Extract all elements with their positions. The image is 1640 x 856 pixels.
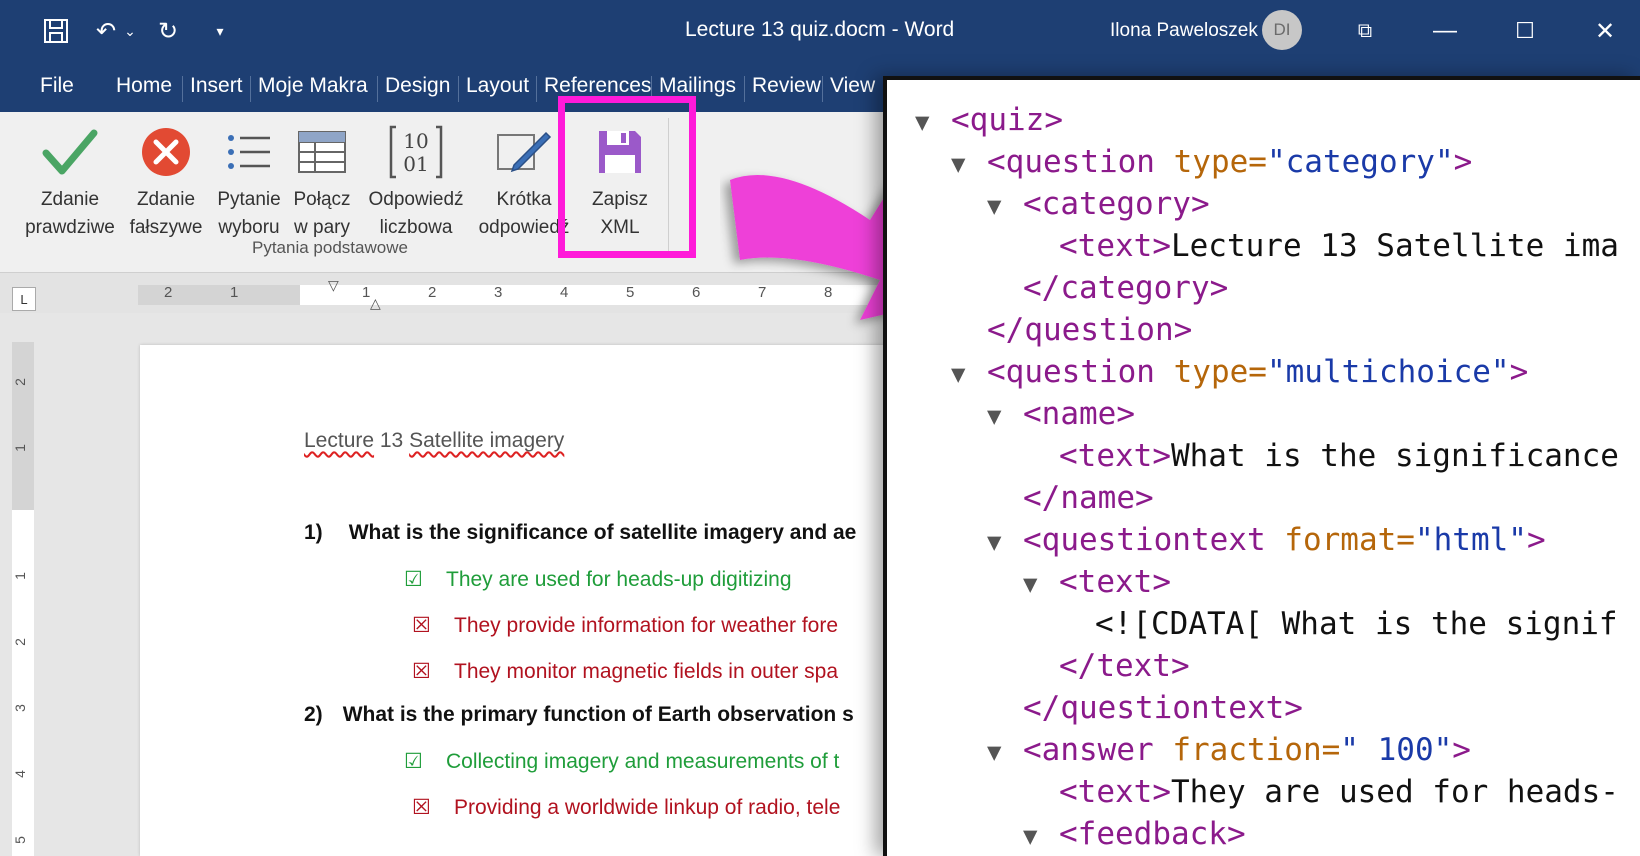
multiple-choice-button[interactable]: Pytanie wyboru: [210, 118, 288, 242]
svg-text:01: 01: [403, 152, 428, 176]
table-icon: [288, 118, 356, 186]
collapse-triangle-icon[interactable]: ▼: [915, 108, 951, 136]
first-line-indent-marker[interactable]: ▽: [328, 277, 339, 294]
document-page[interactable]: Lecture 13 Satellite imagery 1) What is t…: [140, 345, 900, 856]
xml-line: </category>: [1023, 270, 1229, 306]
xml-line: ▼ <questiontext format="html">: [987, 522, 1546, 558]
tab-stop-selector[interactable]: L: [12, 287, 36, 311]
user-name[interactable]: Ilona Paweloszek: [1110, 20, 1258, 42]
tab-view[interactable]: View: [830, 74, 875, 98]
question-1: 1) What is the significance of satellite …: [304, 521, 857, 544]
xml-line: <text>What is the significance: [1059, 438, 1619, 474]
xml-line: <![CDATA[ What is the signif: [1095, 606, 1618, 642]
tab-insert[interactable]: Insert: [190, 74, 243, 98]
xml-line: </name>: [1023, 480, 1154, 516]
xml-line: ▼ <name>: [987, 396, 1135, 432]
ribbon-group-label: Pytania podstawowe: [252, 238, 408, 257]
vertical-ruler[interactable]: 2 1 1 2 3 4 5: [12, 342, 34, 856]
collapse-triangle-icon[interactable]: ▼: [987, 738, 1023, 766]
svg-text:10: 10: [403, 129, 428, 153]
collapse-triangle-icon[interactable]: ▼: [1023, 822, 1059, 850]
tab-home[interactable]: Home: [116, 74, 172, 98]
tab-review[interactable]: Review: [752, 74, 821, 98]
xml-line: ▼ <category>: [987, 186, 1210, 222]
xml-viewer-panel[interactable]: ▼ <quiz> ▼ <question type="category"> ▼ <ca…: [883, 76, 1640, 856]
collapse-triangle-icon[interactable]: ▼: [951, 360, 987, 388]
answer-wrong: ☒ They provide information for weather fo…: [412, 614, 839, 637]
tab-file[interactable]: File: [40, 74, 74, 98]
xml-line: </text>: [1059, 648, 1190, 684]
list-icon: [210, 118, 288, 186]
document-heading: Lecture 13 Satellite imagery: [304, 429, 565, 452]
crossed-box-icon: ☒: [412, 796, 431, 819]
minimize-icon[interactable]: —: [1425, 14, 1465, 48]
customize-icon[interactable]: ▾: [200, 14, 240, 48]
title-bar: ↶ ⌄ ↻ ▾ Lecture 13 quiz.docm - Word Ilon…: [0, 0, 1640, 66]
checked-box-icon: ☑: [404, 568, 423, 591]
xml-line: </questiontext>: [1023, 690, 1303, 726]
answer-wrong: ☒ Providing a worldwide linkup of radio, …: [412, 796, 841, 819]
tab-layout[interactable]: Layout: [466, 74, 529, 98]
save-icon[interactable]: [36, 14, 76, 48]
xml-line: <text>Lecture 13 Satellite ima: [1059, 228, 1619, 264]
xml-line: ▼ <quiz>: [915, 102, 1063, 138]
xml-line: ▼ <answer fraction=" 100">: [987, 732, 1471, 768]
collapse-triangle-icon[interactable]: ▼: [951, 150, 987, 178]
question-2: 2) What is the primary function of Earth …: [304, 703, 854, 726]
xml-line: <text>They are used for heads-: [1059, 774, 1619, 810]
collapse-triangle-icon[interactable]: ▼: [987, 528, 1023, 556]
collapse-triangle-icon[interactable]: ▼: [987, 402, 1023, 430]
xml-line: ▼ <feedback>: [1023, 816, 1246, 852]
save-xml-highlight: [558, 96, 696, 258]
checkmark-icon: [20, 118, 120, 186]
crossed-box-icon: ☒: [412, 660, 431, 683]
left-indent-marker[interactable]: △: [370, 295, 381, 312]
numeric-answer-button[interactable]: 10 01 Odpowiedź liczbowa: [356, 118, 476, 242]
binary-icon: 10 01: [356, 118, 476, 186]
xml-line: ▼ <question type="multichoice">: [951, 354, 1529, 390]
false-statement-button[interactable]: Zdanie fałszywe: [122, 118, 210, 242]
redo-icon[interactable]: ↻: [148, 14, 188, 48]
maximize-icon[interactable]: ☐: [1505, 14, 1545, 48]
xml-line: ▼ <question type="category">: [951, 144, 1473, 180]
tab-references[interactable]: References: [544, 74, 651, 98]
ribbon-display-icon[interactable]: ⧉: [1345, 14, 1385, 48]
answer-correct: ☑ Collecting imagery and measurements of …: [404, 750, 840, 773]
cross-circle-icon: [122, 118, 210, 186]
collapse-triangle-icon[interactable]: ▼: [987, 192, 1023, 220]
tab-moje-makra[interactable]: Moje Makra: [258, 74, 368, 98]
tab-mailings[interactable]: Mailings: [659, 74, 736, 98]
avatar[interactable]: DI: [1262, 10, 1302, 50]
xml-line: ▼ <text>: [1023, 564, 1171, 600]
crossed-box-icon: ☒: [412, 614, 431, 637]
answer-wrong: ☒ They monitor magnetic fields in outer s…: [412, 660, 839, 683]
checked-box-icon: ☑: [404, 750, 423, 773]
xml-line: </question>: [987, 312, 1193, 348]
collapse-triangle-icon[interactable]: ▼: [1023, 570, 1059, 598]
matching-button[interactable]: Połącz w pary: [288, 118, 356, 242]
document-title: Lecture 13 quiz.docm - Word: [685, 18, 955, 41]
close-icon[interactable]: ✕: [1585, 14, 1625, 48]
undo-dropdown-icon[interactable]: ⌄: [120, 14, 140, 48]
answer-correct: ☑ They are used for heads-up digitizing: [404, 568, 792, 591]
true-statement-button[interactable]: Zdanie prawdziwe: [20, 118, 120, 242]
tab-design[interactable]: Design: [385, 74, 450, 98]
